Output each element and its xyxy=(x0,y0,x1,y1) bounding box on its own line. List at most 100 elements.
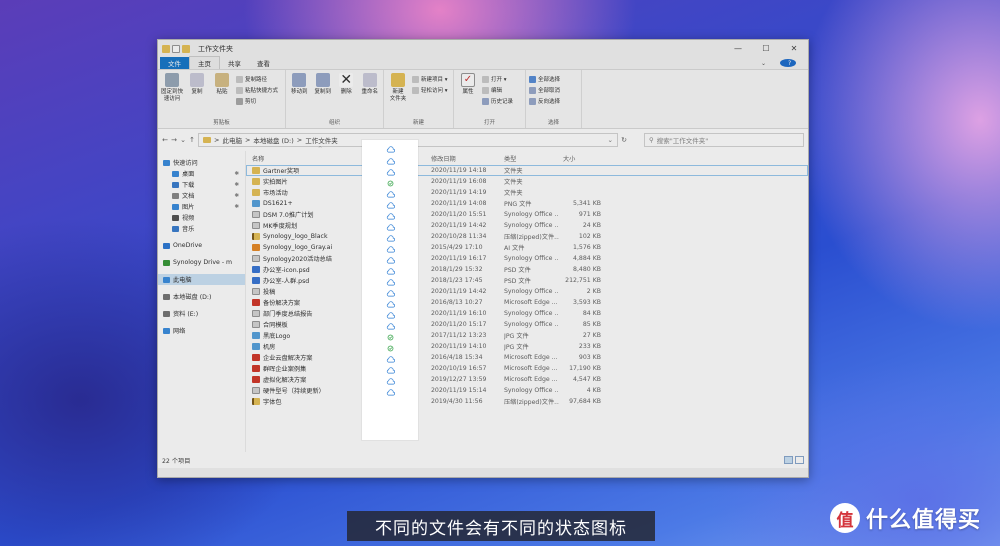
address-dropdown-icon[interactable]: ⌄ xyxy=(608,136,613,144)
nav-item[interactable]: 此电脑 xyxy=(158,274,245,285)
nav-item[interactable]: 网络 xyxy=(158,325,245,336)
nav-item-label: 视频 xyxy=(182,215,195,222)
pin-icon[interactable]: ✱ xyxy=(234,193,239,199)
new-folder-icon[interactable] xyxy=(182,44,190,53)
file-row[interactable]: DS1621+ 2020/11/19 14:08 PNG 文件 5,341 KB xyxy=(246,198,808,209)
cut-button[interactable]: 剪切 xyxy=(236,97,278,105)
file-row[interactable]: DSM 7.0推广计划 2020/11/20 15:51 Synology Offi… xyxy=(246,209,808,220)
psd-file-icon xyxy=(252,266,260,273)
breadcrumb-drive-d[interactable]: 本地磁盘 (D:) xyxy=(253,135,293,145)
nav-item[interactable]: 下载 ✱ xyxy=(158,179,245,190)
file-row[interactable]: 群晖企业案例集 2020/10/19 16:57 Microsoft Edge ..… xyxy=(246,363,808,374)
file-row[interactable]: 办公室-人群.psd 2018/1/23 17:45 PSD 文件 212,751 K… xyxy=(246,275,808,286)
file-row[interactable]: Synology_logo_Gray.ai 2015/4/29 17:10 AI 文… xyxy=(246,242,808,253)
file-row[interactable]: Synology_logo_Black 2020/10/28 11:34 压缩(zi… xyxy=(246,231,808,242)
history-label: 历史记录 xyxy=(491,99,514,105)
breadcrumb-this-pc[interactable]: 此电脑 xyxy=(222,135,242,145)
file-size: 971 KB xyxy=(578,211,601,218)
minimize-button[interactable]: — xyxy=(724,44,752,53)
invert-selection-button[interactable]: 反向选择 xyxy=(529,97,560,105)
large-icons-view-icon[interactable] xyxy=(795,456,804,464)
file-date: 2017/11/12 13:23 xyxy=(431,332,487,339)
file-row[interactable]: 办公室-icon.psd 2018/1/29 15:32 PSD 文件 8,480 K… xyxy=(246,264,808,275)
tab-file[interactable]: 文件 xyxy=(160,57,189,69)
file-name: 办公室-人群.psd xyxy=(263,278,310,285)
breadcrumb-work-folder[interactable]: 工作文件夹 xyxy=(305,135,338,145)
refresh-icon[interactable]: ↻ xyxy=(621,136,627,144)
pin-icon[interactable]: ✱ xyxy=(234,204,239,210)
file-type: 文件夹 xyxy=(504,179,523,186)
file-row[interactable]: Synology2020活动总结 2020/11/19 16:17 Synology… xyxy=(246,253,808,264)
file-row[interactable]: 实拍图片 2020/11/19 16:08 文件夹 xyxy=(246,176,808,187)
tab-view[interactable]: 查看 xyxy=(249,57,278,69)
file-size: 27 KB xyxy=(582,332,601,339)
easy-access-label: 轻松访问 ▾ xyxy=(421,88,448,94)
column-header-name[interactable]: 名称 xyxy=(246,154,367,163)
nav-item[interactable]: 文档 ✱ xyxy=(158,190,245,201)
pin-icon[interactable]: ✱ xyxy=(234,171,239,177)
tab-home[interactable]: 主页 xyxy=(189,56,220,69)
expand-ribbon-icon[interactable]: ⌄ xyxy=(753,59,774,68)
file-row[interactable]: 黑底Logo 2017/11/12 13:23 JPG 文件 27 KB xyxy=(246,330,808,341)
open-button[interactable]: 打开 ▾ xyxy=(482,75,513,83)
file-size: 97,684 KB xyxy=(569,398,601,405)
file-row[interactable]: 虚拟化解决方案 2019/12/27 13:59 Microsoft Edge ..… xyxy=(246,374,808,385)
file-row[interactable]: MK季度规划 2020/11/19 14:42 Synology Office ..… xyxy=(246,220,808,231)
file-row[interactable]: 备份解决方案 2016/8/13 10:27 Microsoft Edge ... 3… xyxy=(246,297,808,308)
file-type: PSD 文件 xyxy=(504,267,531,274)
details-view-icon[interactable] xyxy=(784,456,793,464)
select-group: 全部选择 全部取消 反向选择 选择 xyxy=(526,70,582,128)
maximize-button[interactable]: ☐ xyxy=(752,44,780,53)
tab-share[interactable]: 共享 xyxy=(220,57,249,69)
file-row[interactable]: 机房 2020/11/19 14:10 JPG 文件 233 KB xyxy=(246,341,808,352)
file-row[interactable]: 合同模板 2020/11/20 15:17 Synology Office ... 8… xyxy=(246,319,808,330)
history-button[interactable]: 历史记录 xyxy=(482,97,513,105)
select-all-button[interactable]: 全部选择 xyxy=(529,75,560,83)
nav-item[interactable]: 音乐 xyxy=(158,223,245,234)
nav-item[interactable]: 视频 xyxy=(158,212,245,223)
nav-item-label: 此电脑 xyxy=(173,277,192,284)
file-row[interactable]: 投稿 2020/11/19 14:42 Synology Office ... 2 K… xyxy=(246,286,808,297)
recent-locations-icon[interactable]: ⌄ xyxy=(180,136,186,144)
easy-access-button[interactable]: 轻松访问 ▾ xyxy=(412,86,448,94)
file-row[interactable]: 硬件型号（持续更新） 2020/11/19 15:14 Synology Offic… xyxy=(246,385,808,396)
paste-shortcut-button[interactable]: 粘贴快捷方式 xyxy=(236,86,278,94)
properties-icon[interactable] xyxy=(172,44,180,53)
pin-icon[interactable]: ✱ xyxy=(234,182,239,188)
forward-arrow-icon[interactable]: → xyxy=(171,136,177,144)
column-header-size[interactable]: 大小 xyxy=(559,154,605,163)
column-header-type[interactable]: 类型 xyxy=(504,154,559,163)
help-icon[interactable]: ? xyxy=(780,59,796,67)
select-none-button[interactable]: 全部取消 xyxy=(529,86,560,94)
file-row[interactable]: 企业云盘解决方案 2016/4/18 15:34 Microsoft Edge ..… xyxy=(246,352,808,363)
file-size: 24 KB xyxy=(582,222,601,229)
up-arrow-icon[interactable]: ↑ xyxy=(189,136,195,144)
back-arrow-icon[interactable]: ← xyxy=(162,136,168,144)
nav-item[interactable]: 本地磁盘 (D:) xyxy=(158,291,245,302)
file-row[interactable]: Gartner奖项 2020/11/19 14:18 文件夹 xyxy=(246,165,808,176)
open-label: 打开 ▾ xyxy=(491,77,507,83)
file-row[interactable]: 市场活动 2020/11/19 14:19 文件夹 xyxy=(246,187,808,198)
paste-shortcut-label: 粘贴快捷方式 xyxy=(245,88,279,94)
copy-path-button[interactable]: 复制路径 xyxy=(236,75,278,83)
nav-item[interactable]: 桌面 ✱ xyxy=(158,168,245,179)
search-input[interactable]: ⚲ 搜索"工作文件夹" xyxy=(644,133,804,147)
nav-item[interactable]: OneDrive xyxy=(158,240,245,251)
new-item-button[interactable]: 新建项目 ▾ xyxy=(412,75,448,83)
close-button[interactable]: ✕ xyxy=(780,44,808,53)
nav-item[interactable]: 快速访问 xyxy=(158,157,245,168)
column-header-row: ^ 名称 状态 修改日期 类型 大小 xyxy=(246,146,808,165)
nav-item[interactable]: 图片 ✱ xyxy=(158,201,245,212)
edit-button[interactable]: 编辑 xyxy=(482,86,513,94)
file-name-cell: 群晖企业案例集 xyxy=(246,364,367,373)
nav-item-icon xyxy=(172,225,179,232)
doc-file-icon xyxy=(252,387,260,394)
new-item-label: 新建项目 ▾ xyxy=(421,77,448,83)
nav-item[interactable]: 资料 (E:) xyxy=(158,308,245,319)
file-row[interactable]: 部门季度总结报告 2020/11/19 16:10 Synology Office … xyxy=(246,308,808,319)
file-type: Synology Office ... xyxy=(504,222,559,229)
file-row[interactable]: 字体包 2019/4/30 11:56 压缩(zipped)文件... 97,684 … xyxy=(246,396,808,407)
nav-item-icon xyxy=(163,310,170,317)
column-header-date[interactable]: 修改日期 xyxy=(428,154,504,163)
nav-item[interactable]: Synology Drive - m xyxy=(158,257,245,268)
